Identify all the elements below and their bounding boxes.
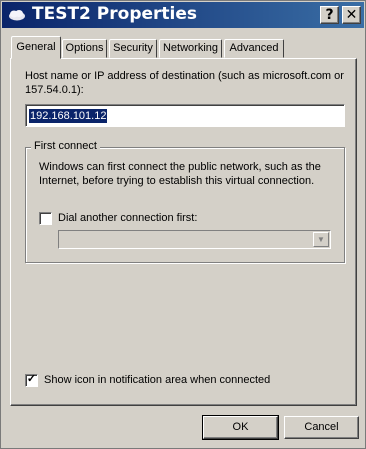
close-button[interactable]: ✕ bbox=[342, 6, 361, 24]
first-connect-title: First connect bbox=[31, 140, 100, 152]
host-label-line1: Host name or IP address of destination (… bbox=[25, 70, 344, 82]
host-label-line2: 157.54.0.1): bbox=[25, 84, 84, 96]
chevron-down-icon[interactable]: ▼ bbox=[313, 232, 329, 247]
tab-security[interactable]: Security bbox=[109, 39, 157, 58]
tab-general[interactable]: General bbox=[11, 36, 61, 59]
tab-networking[interactable]: Networking bbox=[159, 39, 222, 58]
first-connect-description-line1: Windows can first connect the public net… bbox=[39, 161, 321, 173]
tab-advanced[interactable]: Advanced bbox=[224, 39, 284, 58]
host-address-value: 192.168.101.12 bbox=[29, 109, 108, 123]
window-title: TEST2 Properties bbox=[32, 4, 198, 24]
checkmark-icon: ✓ bbox=[26, 373, 37, 385]
help-button[interactable]: ? bbox=[320, 6, 339, 24]
ok-button[interactable]: OK bbox=[202, 415, 279, 440]
show-icon-label: Show icon in notification area when conn… bbox=[44, 374, 271, 386]
network-connection-icon bbox=[8, 9, 26, 21]
show-icon-checkbox[interactable]: ✓ bbox=[25, 373, 38, 387]
host-address-input[interactable]: 192.168.101.12 bbox=[25, 104, 345, 127]
properties-dialog: TEST2 Properties ? ✕ General Options Sec… bbox=[0, 0, 366, 449]
cancel-button[interactable]: Cancel bbox=[284, 416, 359, 439]
first-connect-description-line2: Internet, before trying to establish thi… bbox=[39, 175, 315, 187]
dial-another-label: Dial another connection first: bbox=[58, 212, 198, 224]
tab-options[interactable]: Options bbox=[62, 39, 107, 58]
title-bar[interactable]: TEST2 Properties ? ✕ bbox=[2, 2, 364, 28]
dial-another-checkbox[interactable] bbox=[39, 212, 52, 225]
dial-connection-dropdown[interactable]: ▼ bbox=[58, 230, 331, 249]
